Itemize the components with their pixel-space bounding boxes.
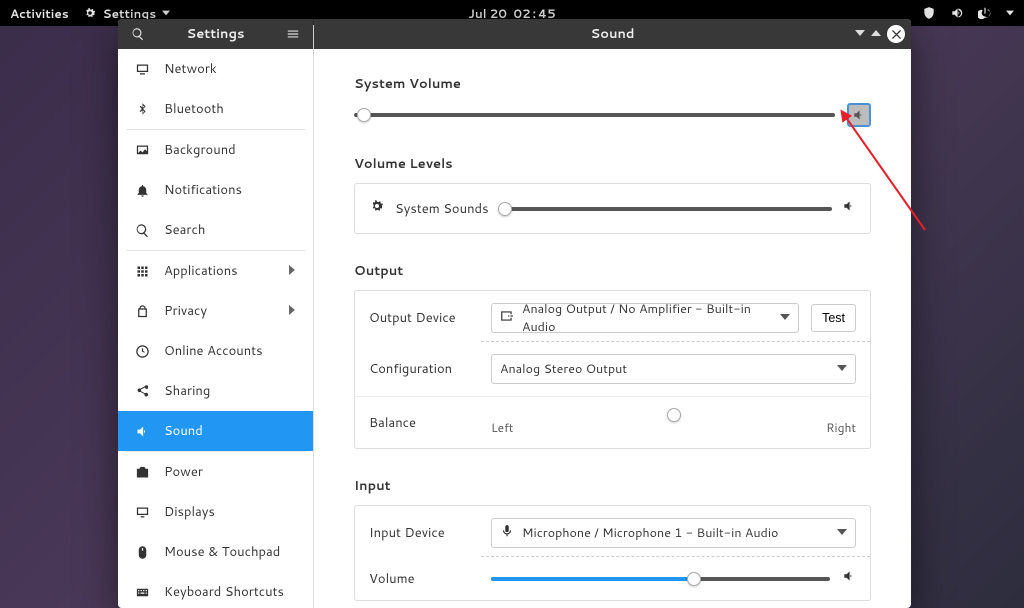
sidebar-item-applications[interactable]: Applications — [118, 251, 313, 291]
search-button[interactable] — [126, 22, 150, 46]
sidebar-item-label: Keyboard Shortcuts — [164, 583, 284, 601]
dropdown-arrow-icon[interactable] — [1006, 9, 1014, 17]
keyboard-icon — [134, 584, 150, 600]
dropdown-arrow-icon — [162, 9, 170, 17]
configuration-label: Configuration — [369, 360, 479, 378]
hamburger-icon — [286, 27, 300, 41]
chevron-down-icon — [855, 28, 865, 38]
privacy-icon — [134, 303, 150, 319]
sidebar-item-label: Power — [164, 463, 203, 481]
settings-window: Settings Sound Network Bluetooth Backgroun… — [118, 19, 911, 608]
activities-button[interactable]: Activities — [10, 5, 69, 22]
input-title: Input — [354, 477, 871, 495]
close-button[interactable] — [887, 25, 905, 43]
system-volume-title: System Volume — [354, 75, 871, 93]
system-volume-slider[interactable] — [354, 113, 835, 117]
online-icon — [134, 343, 150, 359]
share-icon — [134, 383, 150, 399]
maximize-button[interactable] — [871, 25, 881, 43]
sidebar-item-network[interactable]: Network — [118, 49, 313, 89]
sidebar-item-background[interactable]: Background — [118, 130, 313, 170]
output-device-label: Output Device — [369, 309, 479, 327]
gear-icon — [83, 6, 97, 20]
sidebar-item-label: Online Accounts — [164, 342, 263, 360]
chevron-up-icon — [871, 28, 881, 38]
input-device-dropdown[interactable]: Microphone / Microphone 1 - Built-in Aud… — [491, 518, 856, 548]
chevron-right-icon — [287, 302, 297, 320]
speaker-icon — [134, 423, 150, 439]
sidebar-item-displays[interactable]: Displays — [118, 492, 313, 532]
system-sounds-slider[interactable] — [499, 207, 832, 211]
input-device-value: Microphone / Microphone 1 - Built-in Aud… — [522, 524, 778, 542]
test-button[interactable]: Test — [811, 304, 856, 332]
sidebar-item-online-accounts[interactable]: Online Accounts — [118, 331, 313, 371]
sidebar-item-label: Network — [164, 60, 217, 78]
card-icon — [500, 309, 514, 328]
sidebar-item-label: Mouse & Touchpad — [164, 543, 280, 561]
speaker-icon — [852, 108, 866, 122]
displays-icon — [134, 504, 150, 520]
sidebar-item-label: Displays — [164, 503, 215, 521]
output-device-value: Analog Output / No Amplifier - Built-in … — [522, 300, 772, 336]
chevron-down-icon — [837, 360, 847, 378]
output-device-dropdown[interactable]: Analog Output / No Amplifier - Built-in … — [491, 303, 799, 333]
shield-icon[interactable] — [922, 6, 936, 20]
volume-levels-title: Volume Levels — [354, 155, 871, 173]
power-icon[interactable] — [978, 6, 992, 20]
sidebar-title: Settings — [187, 25, 245, 43]
sidebar-item-label: Background — [164, 141, 236, 159]
input-device-label: Input Device — [369, 524, 479, 542]
chevron-down-icon — [837, 524, 847, 542]
sidebar: Network Bluetooth Background Notifications S… — [118, 49, 314, 608]
sidebar-item-sharing[interactable]: Sharing — [118, 371, 313, 411]
configuration-dropdown[interactable]: Analog Stereo Output — [491, 354, 856, 384]
sidebar-item-label: Applications — [164, 262, 238, 280]
background-icon — [134, 142, 150, 158]
balance-label: Balance — [369, 414, 479, 432]
headerbar: Settings Sound — [118, 19, 911, 49]
search-icon — [131, 27, 145, 41]
apps-icon — [134, 263, 150, 279]
search-icon — [134, 222, 150, 238]
speaker-icon — [842, 199, 856, 218]
bell-icon — [134, 182, 150, 198]
screen-icon — [134, 61, 150, 77]
chevron-down-icon — [780, 309, 790, 327]
output-title: Output — [354, 262, 871, 280]
gear-icon — [369, 198, 385, 219]
sidebar-item-label: Sound — [164, 422, 203, 440]
configuration-value: Analog Stereo Output — [500, 360, 627, 378]
bluetooth-icon — [134, 101, 150, 117]
minimize-button[interactable] — [855, 25, 865, 43]
mouse-icon — [134, 544, 150, 560]
menu-button[interactable] — [281, 22, 305, 46]
sidebar-item-mouse-touchpad[interactable]: Mouse & Touchpad — [118, 532, 313, 572]
volume-icon[interactable] — [950, 6, 964, 20]
sidebar-item-label: Bluetooth — [164, 100, 224, 118]
mute-toggle[interactable] — [847, 103, 871, 127]
sidebar-item-bluetooth[interactable]: Bluetooth — [118, 89, 313, 129]
sidebar-item-keyboard-shortcuts[interactable]: Keyboard Shortcuts — [118, 572, 313, 608]
close-icon — [892, 30, 901, 39]
balance-left-label: Left — [491, 419, 513, 436]
main-content: System Volume Volume Levels System Sound… — [314, 49, 911, 608]
input-volume-slider[interactable] — [491, 577, 830, 581]
sidebar-item-notifications[interactable]: Notifications — [118, 170, 313, 210]
power-icon — [134, 464, 150, 480]
balance-right-label: Right — [826, 419, 856, 436]
sidebar-item-power[interactable]: Power — [118, 452, 313, 492]
sidebar-item-search[interactable]: Search — [118, 210, 313, 250]
sidebar-item-label: Search — [164, 221, 205, 239]
input-volume-label: Volume — [369, 570, 479, 588]
page-title: Sound — [591, 25, 635, 43]
sidebar-item-privacy[interactable]: Privacy — [118, 291, 313, 331]
chevron-right-icon — [287, 262, 297, 280]
system-sounds-label: System Sounds — [395, 200, 489, 218]
microphone-icon — [500, 524, 514, 543]
sidebar-item-label: Notifications — [164, 181, 242, 199]
sidebar-item-sound[interactable]: Sound — [118, 411, 313, 451]
sidebar-item-label: Privacy — [164, 302, 207, 320]
sidebar-item-label: Sharing — [164, 382, 210, 400]
speaker-icon — [842, 569, 856, 588]
